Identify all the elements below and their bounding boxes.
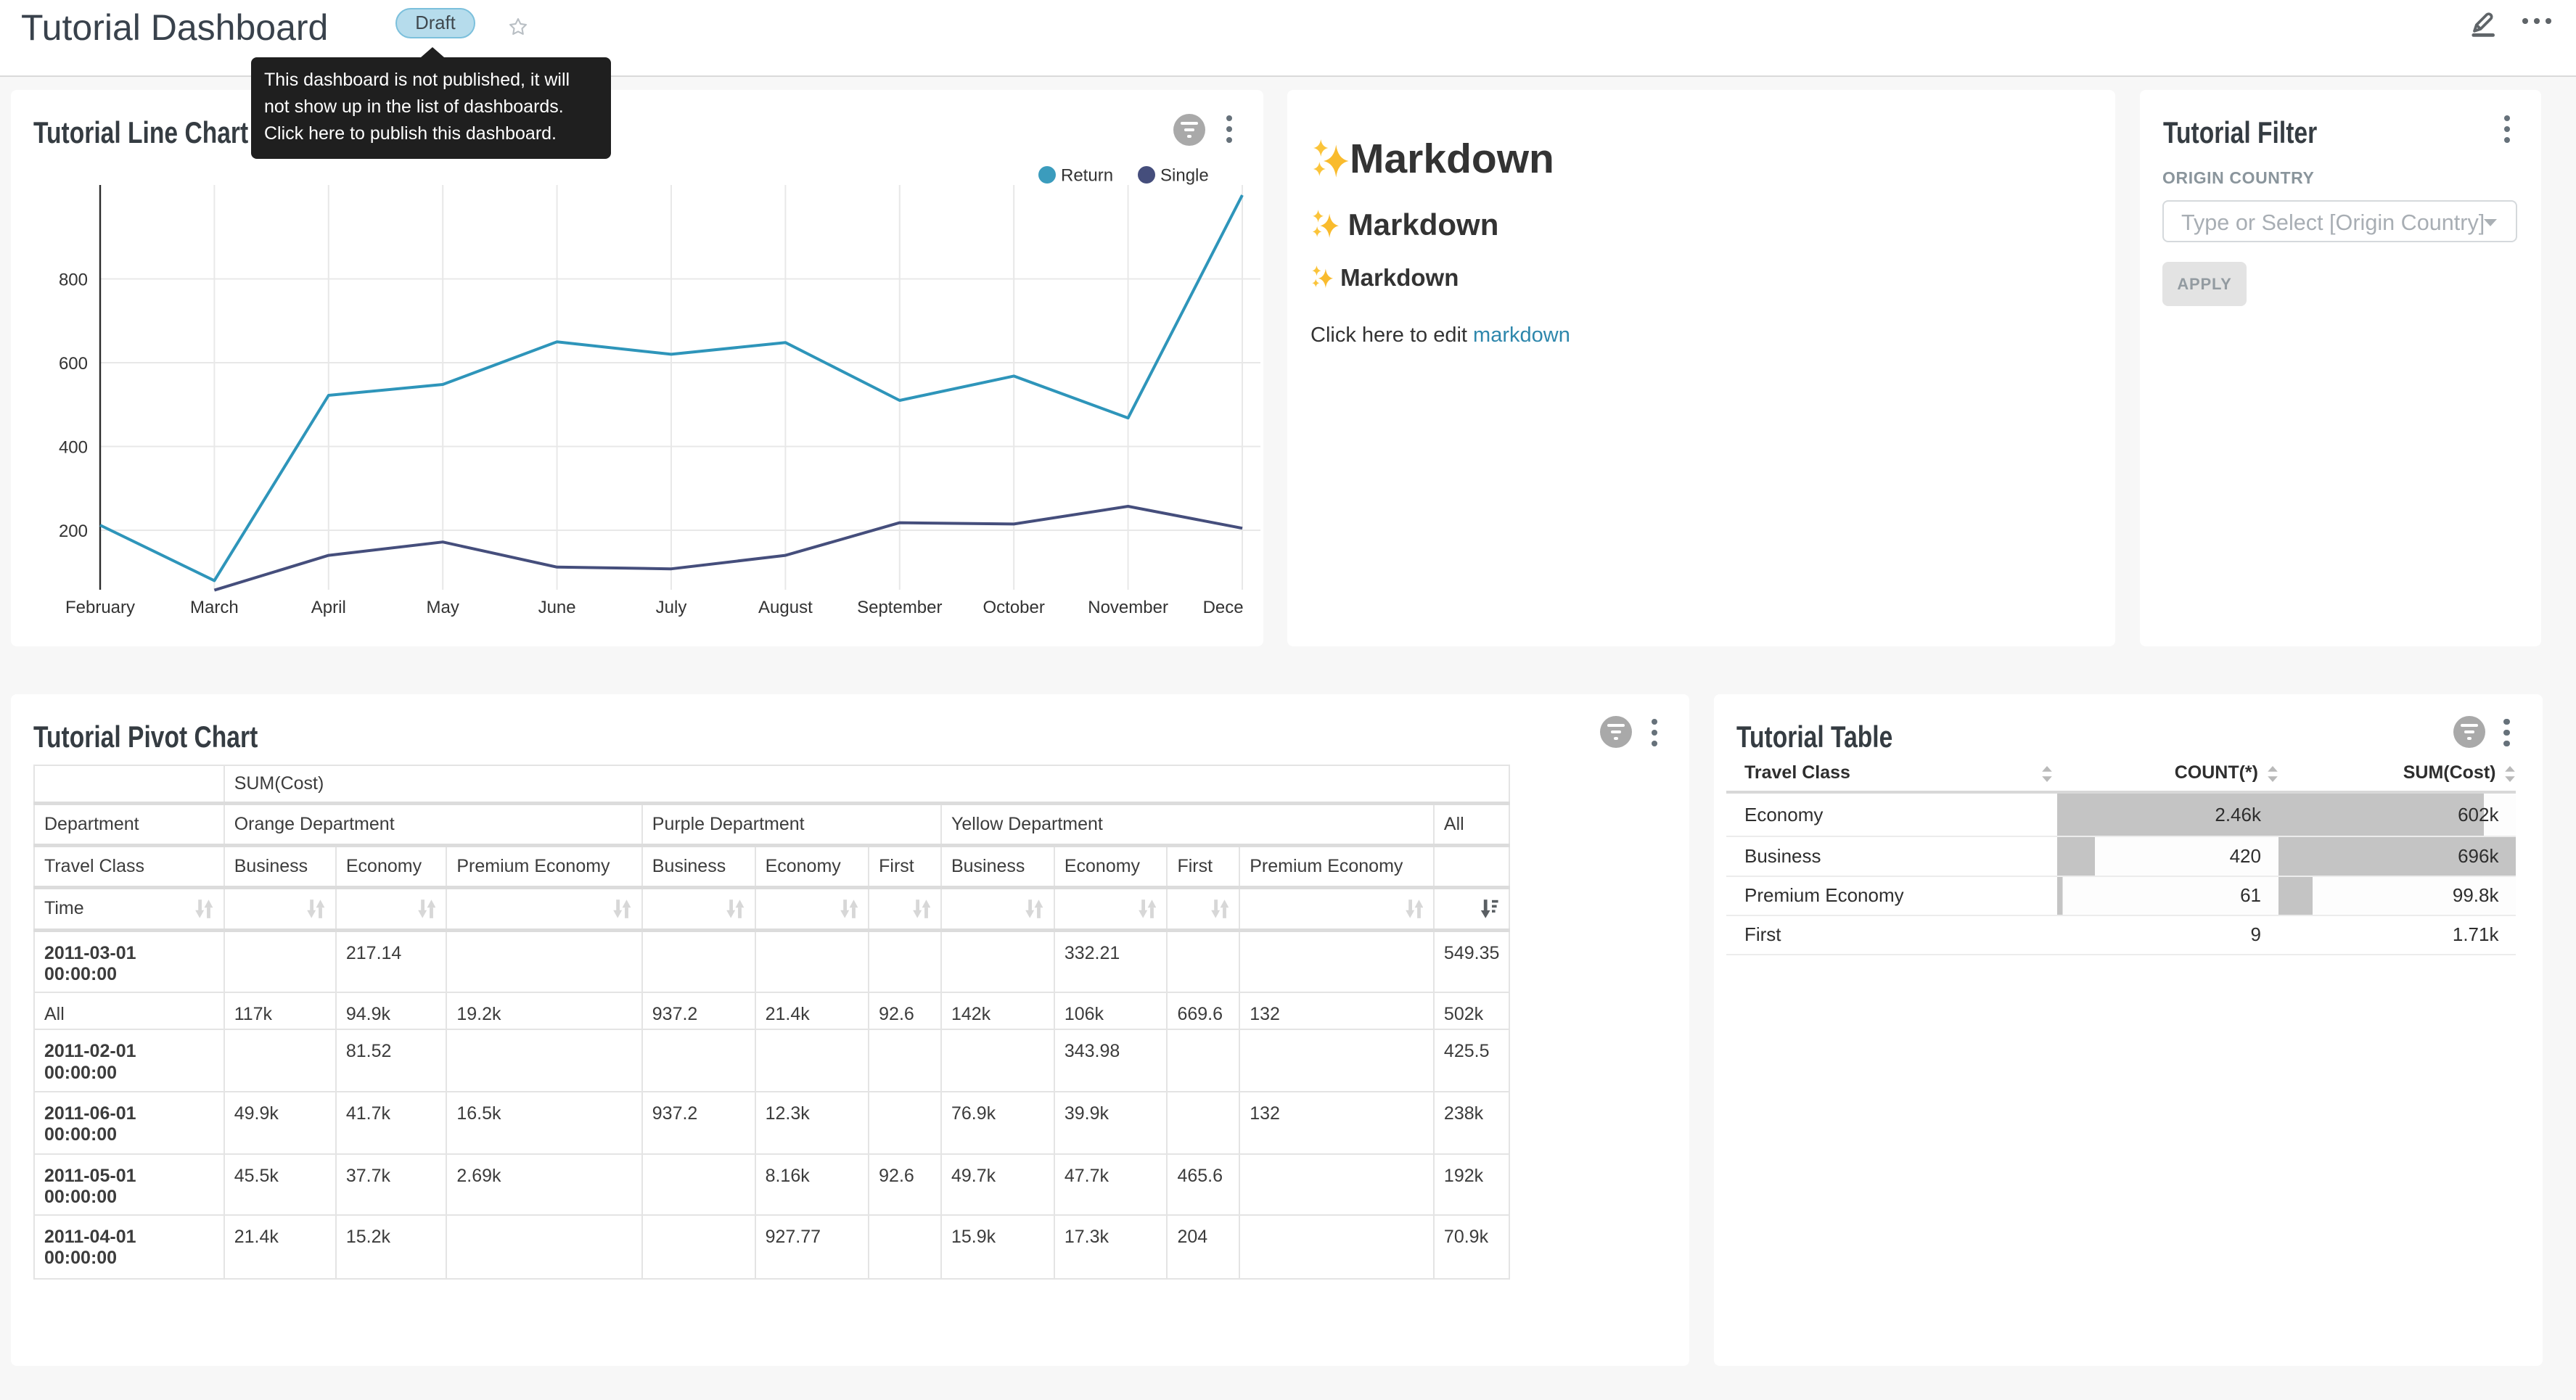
svg-text:July: July xyxy=(656,598,687,617)
svg-text:Single: Single xyxy=(1160,165,1209,185)
svg-text:March: March xyxy=(190,598,239,617)
svg-text:200: 200 xyxy=(59,522,88,541)
svg-text:Return: Return xyxy=(1061,165,1113,185)
svg-text:800: 800 xyxy=(59,271,88,290)
svg-text:600: 600 xyxy=(59,354,88,374)
svg-text:Dece: Dece xyxy=(1203,598,1244,617)
svg-text:400: 400 xyxy=(59,438,88,458)
svg-text:September: September xyxy=(857,598,942,617)
svg-text:February: February xyxy=(65,598,135,617)
svg-text:June: June xyxy=(538,598,576,617)
svg-text:November: November xyxy=(1088,598,1168,617)
svg-text:October: October xyxy=(983,598,1045,617)
svg-text:May: May xyxy=(427,598,459,617)
svg-text:April: April xyxy=(311,598,346,617)
svg-text:August: August xyxy=(758,598,813,617)
